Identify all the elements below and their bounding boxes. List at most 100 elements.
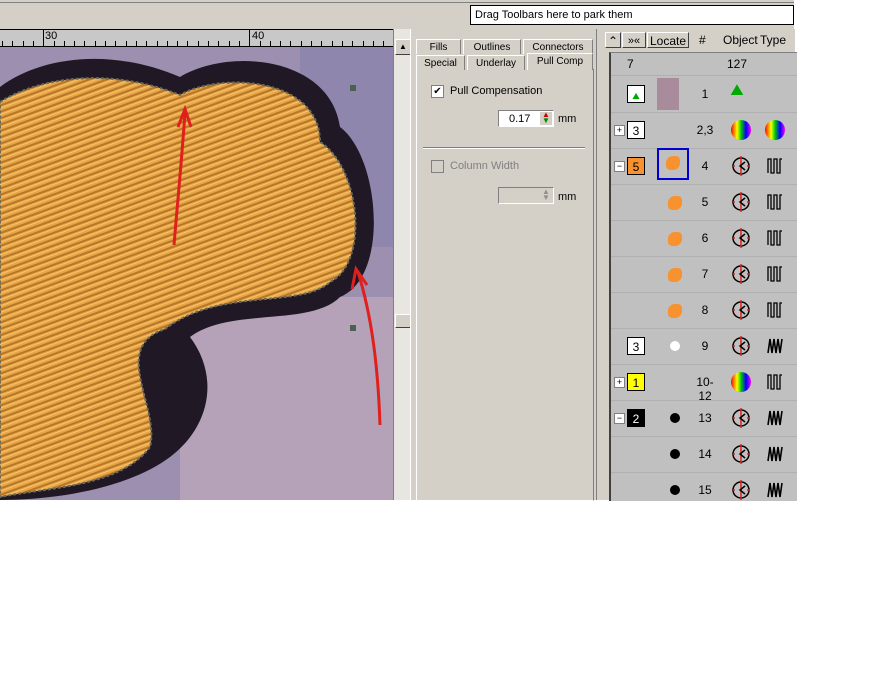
expand-toggle[interactable]: + [614, 377, 625, 388]
list-item[interactable]: −2 13 [611, 400, 797, 437]
ruler-tick [23, 41, 24, 46]
ruler-tick [373, 41, 374, 46]
satin-stitch-icon [763, 478, 787, 501]
color-box[interactable]: 3 [627, 337, 645, 355]
collapse-toggle[interactable]: − [614, 413, 625, 424]
stitch-object-icon [729, 442, 753, 466]
color-box[interactable]: 1 [627, 373, 645, 391]
pull-compensation-label: Pull Compensation [450, 85, 543, 97]
list-item[interactable]: 5 [611, 184, 797, 221]
column-header-object[interactable]: Object [723, 33, 758, 47]
expand-all-button[interactable]: »« [622, 32, 646, 48]
object-number: 9 [701, 339, 709, 353]
summary-total: 127 [727, 57, 748, 71]
ruler-tick [43, 30, 44, 46]
object-thumbnail [663, 190, 687, 214]
artwork-type-icon: ⛰ [730, 82, 744, 99]
collapse-toggle[interactable]: − [614, 161, 625, 172]
object-thumbnail [663, 262, 687, 286]
stitch-object-icon [729, 406, 753, 430]
column-width-input[interactable]: ▲ ▼ [498, 187, 554, 204]
object-number: 13 [698, 411, 712, 425]
object-number: 14 [698, 447, 712, 461]
pull-compensation-input[interactable]: 0.17 ▲ ▼ [498, 110, 554, 127]
column-width-checkbox[interactable] [431, 160, 444, 173]
ruler-tick [218, 41, 219, 46]
stitch-object-icon [729, 334, 753, 358]
tab-underlay[interactable]: Underlay [467, 55, 525, 70]
stitch-object-icon [729, 226, 753, 250]
list-item[interactable]: 14 [611, 436, 797, 473]
stitch-object-icon [729, 262, 753, 286]
object-number: 10-12 [696, 375, 714, 403]
fill-stitch-icon [763, 298, 787, 322]
tab-connectors[interactable]: Connectors [523, 39, 593, 54]
color-box[interactable]: 5 [627, 157, 645, 175]
list-item[interactable]: 8 [611, 292, 797, 329]
list-item[interactable]: 6 [611, 220, 797, 257]
object-thumbnail [663, 478, 687, 501]
stitch-object-icon [729, 190, 753, 214]
stitch-type-icon [763, 370, 787, 394]
properties-panel: Fills Outlines Connectors Special Underl… [410, 29, 596, 501]
object-number: 8 [701, 303, 709, 317]
spinner-arrows-icon[interactable]: ▲ ▼ [540, 111, 552, 125]
artwork-icon: ⛰ [627, 85, 645, 103]
ruler-tick [146, 41, 147, 46]
summary-count: 7 [627, 57, 634, 71]
list-item[interactable]: 39 [611, 328, 797, 365]
ruler-tick [95, 41, 96, 46]
tab-fills[interactable]: Fills [416, 39, 461, 54]
object-number: 7 [701, 267, 709, 281]
list-item[interactable]: −5 4 [611, 148, 797, 185]
scroll-up-button[interactable]: ▲ [395, 39, 411, 55]
scroll-thumb[interactable] [395, 314, 411, 328]
column-header-number[interactable]: # [699, 33, 706, 47]
list-item[interactable]: ⛰ ⛰ 1 [611, 76, 797, 113]
object-number: 2,3 [696, 123, 714, 137]
tab-special[interactable]: Special [416, 55, 465, 70]
ruler-tick [383, 41, 384, 46]
tab-pull-comp[interactable]: Pull Comp [527, 53, 593, 70]
object-tree-grid[interactable]: 7 127 ⛰ ⛰ 1 +3 2,3−5 4 5 6 7 8 3 9 +1 10-12−2 13 14 15 [609, 52, 797, 501]
tab-outlines[interactable]: Outlines [463, 39, 521, 54]
multicolor-icon [729, 370, 753, 394]
artwork-thumbnail [657, 78, 679, 110]
pull-compensation-checkbox[interactable]: ✔ [431, 85, 444, 98]
ruler-label: 40 [252, 30, 265, 42]
locate-button[interactable]: Locate [647, 32, 689, 48]
vertical-scrollbar[interactable]: ▲ [393, 29, 411, 500]
ruler-tick [33, 41, 34, 46]
horizontal-ruler: 30 40 [0, 29, 393, 47]
list-item[interactable]: +3 2,3 [611, 112, 797, 149]
color-box[interactable]: 2 [627, 409, 645, 427]
ruler-tick [115, 41, 116, 46]
design-canvas[interactable] [0, 47, 393, 500]
stitch-type-icon [763, 118, 787, 142]
fill-stitch-icon [763, 190, 787, 214]
object-number: 1 [701, 87, 709, 101]
spinner-arrows-icon[interactable]: ▲ ▼ [540, 188, 552, 202]
ruler-tick [290, 41, 291, 46]
column-width-label: Column Width [450, 160, 520, 172]
object-thumbnail [663, 334, 687, 358]
collapse-all-button[interactable]: ⌃ [605, 32, 621, 48]
ruler-tick [126, 41, 127, 46]
toolbar-divider [0, 0, 794, 3]
expand-toggle[interactable]: + [614, 125, 625, 136]
color-box[interactable]: 3 [627, 121, 645, 139]
column-header-type[interactable]: Type [760, 33, 786, 47]
unit-label: mm [558, 191, 577, 203]
list-item[interactable]: 15 [611, 472, 797, 501]
summary-row: 7 127 [611, 53, 797, 76]
list-item[interactable]: +1 10-12 [611, 364, 797, 403]
fill-stitch-icon [763, 226, 787, 250]
list-item[interactable]: 7 [611, 256, 797, 293]
ruler-tick [332, 41, 333, 46]
satin-stitch-icon [763, 442, 787, 466]
ruler-tick [321, 41, 322, 46]
object-thumbnail [657, 148, 689, 180]
toolbar-park-area[interactable]: Drag Toolbars here to park them [470, 5, 794, 25]
stitch-object-icon [729, 478, 753, 501]
object-number: 6 [701, 231, 709, 245]
